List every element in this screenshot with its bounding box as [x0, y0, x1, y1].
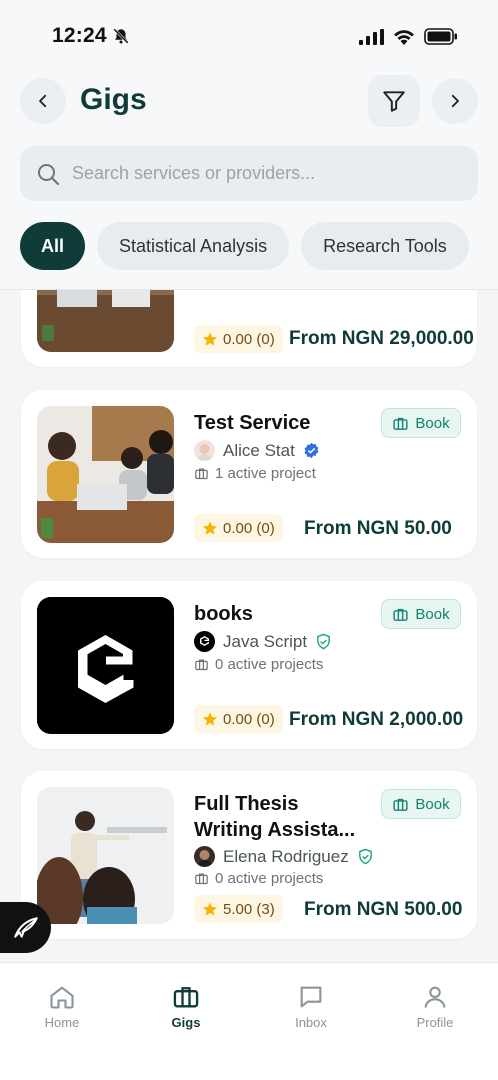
briefcase-icon — [393, 798, 408, 811]
book-button[interactable]: Book — [381, 789, 461, 819]
star-icon — [203, 521, 217, 535]
category-filters: All Statistical Analysis Research Tools — [20, 222, 469, 270]
home-icon — [50, 986, 74, 1009]
briefcase-icon — [195, 873, 208, 885]
assistant-float-button[interactable] — [0, 902, 51, 953]
avatar — [194, 440, 215, 461]
book-label: Book — [415, 414, 450, 432]
chat-icon — [300, 986, 322, 1008]
provider[interactable]: Java Script — [194, 631, 332, 652]
briefcase-icon — [393, 417, 408, 430]
filter-icon — [383, 91, 405, 112]
briefcase-icon — [195, 468, 208, 480]
search-placeholder: Search services or providers... — [72, 163, 316, 183]
filter-button[interactable] — [368, 75, 420, 127]
gig-thumbnail — [37, 787, 174, 924]
clock: 12:24 — [52, 24, 107, 47]
tab-inbox[interactable]: Inbox — [271, 983, 351, 1030]
book-button[interactable]: Book — [381, 408, 461, 438]
rating-value: 5.00 (3) — [223, 900, 275, 918]
price: From NGN 50.00 — [304, 518, 452, 539]
price: From NGN 500.00 — [304, 899, 463, 920]
briefcase-icon — [393, 608, 408, 621]
provider-name: Alice Stat — [223, 440, 295, 460]
filter-chip-research-tools[interactable]: Research Tools — [301, 222, 469, 270]
search-icon — [38, 163, 60, 185]
back-button[interactable] — [20, 78, 66, 124]
project-count: 0 active projects — [194, 656, 323, 673]
rating-badge: 0.00 (0) — [194, 514, 283, 542]
wifi-icon — [394, 30, 414, 45]
provider[interactable]: Alice Stat — [194, 440, 320, 461]
project-count-text: 1 active project — [215, 465, 316, 482]
chevron-left-icon — [39, 94, 47, 108]
star-icon — [203, 902, 217, 916]
rating-badge: 0.00 (0) — [194, 325, 283, 353]
rating-badge: 0.00 (0) — [194, 705, 283, 733]
project-count-text: 0 active projects — [215, 870, 324, 887]
briefcase-icon — [173, 987, 199, 1008]
project-count: 1 active project — [194, 465, 316, 482]
star-icon — [203, 712, 217, 726]
tab-label: Inbox — [295, 1015, 327, 1030]
tab-gigs[interactable]: Gigs — [146, 983, 226, 1030]
tab-profile[interactable]: Profile — [395, 983, 475, 1030]
header: Gigs Search services or providers... All… — [0, 70, 498, 290]
shield-check-icon — [358, 848, 372, 865]
shield-check-icon — [317, 633, 330, 650]
book-label: Book — [415, 795, 450, 813]
forward-button[interactable] — [432, 78, 478, 124]
rating-value: 0.00 (0) — [223, 330, 275, 348]
gig-card[interactable]: Full Thesis Writing Assista... Book Elen… — [21, 771, 477, 939]
chevron-right-icon — [451, 94, 459, 108]
page-title: Gigs — [80, 83, 147, 116]
book-label: Book — [415, 605, 450, 623]
avatar — [194, 631, 215, 652]
gig-title: Full Thesis Writing Assista... — [194, 793, 356, 841]
tab-bar: Home Gigs Inbox Profile — [0, 962, 498, 1080]
briefcase-icon — [195, 659, 208, 671]
provider-name: Java Script — [223, 631, 308, 651]
price: From NGN 2,000.00 — [289, 709, 464, 730]
rating-value: 0.00 (0) — [223, 710, 275, 728]
tab-label: Home — [44, 1015, 80, 1030]
user-icon — [424, 986, 446, 1008]
tab-label: Profile — [416, 1015, 454, 1030]
provider[interactable]: Elena Rodriguez — [194, 846, 374, 867]
rating-badge: 5.00 (3) — [194, 895, 283, 923]
gig-title: books — [194, 603, 253, 625]
tab-label: Gigs — [171, 1015, 201, 1030]
gig-card[interactable]: books Book Java Script 0 active projects… — [21, 581, 477, 749]
paper-plane-icon — [13, 916, 38, 938]
book-button[interactable]: Book — [381, 599, 461, 629]
avatar — [194, 846, 215, 867]
filter-chip-statistical-analysis[interactable]: Statistical Analysis — [97, 222, 290, 270]
search-input[interactable]: Search services or providers... — [20, 146, 478, 201]
tab-home[interactable]: Home — [22, 983, 102, 1030]
gig-thumbnail — [37, 597, 174, 734]
rating-value: 0.00 (0) — [223, 519, 275, 537]
bell-muted-icon — [112, 27, 130, 50]
verified-badge-icon — [304, 442, 319, 459]
gig-title: Test Service — [194, 412, 311, 434]
filter-chip-all[interactable]: All — [20, 222, 86, 270]
provider-name: Elena Rodriguez — [223, 846, 349, 866]
status-bar: 12:24 — [0, 0, 498, 70]
battery-icon — [424, 28, 457, 45]
system-icons — [359, 28, 458, 45]
price: From NGN 29,000.00 — [289, 328, 474, 349]
gig-thumbnail — [37, 406, 174, 543]
star-icon — [203, 332, 217, 346]
project-count-text: 0 active projects — [215, 656, 324, 673]
signal-icon — [359, 28, 384, 45]
gig-card[interactable]: Test Service Book Alice Stat 1 active pr… — [21, 390, 477, 558]
project-count: 0 active projects — [194, 870, 323, 887]
